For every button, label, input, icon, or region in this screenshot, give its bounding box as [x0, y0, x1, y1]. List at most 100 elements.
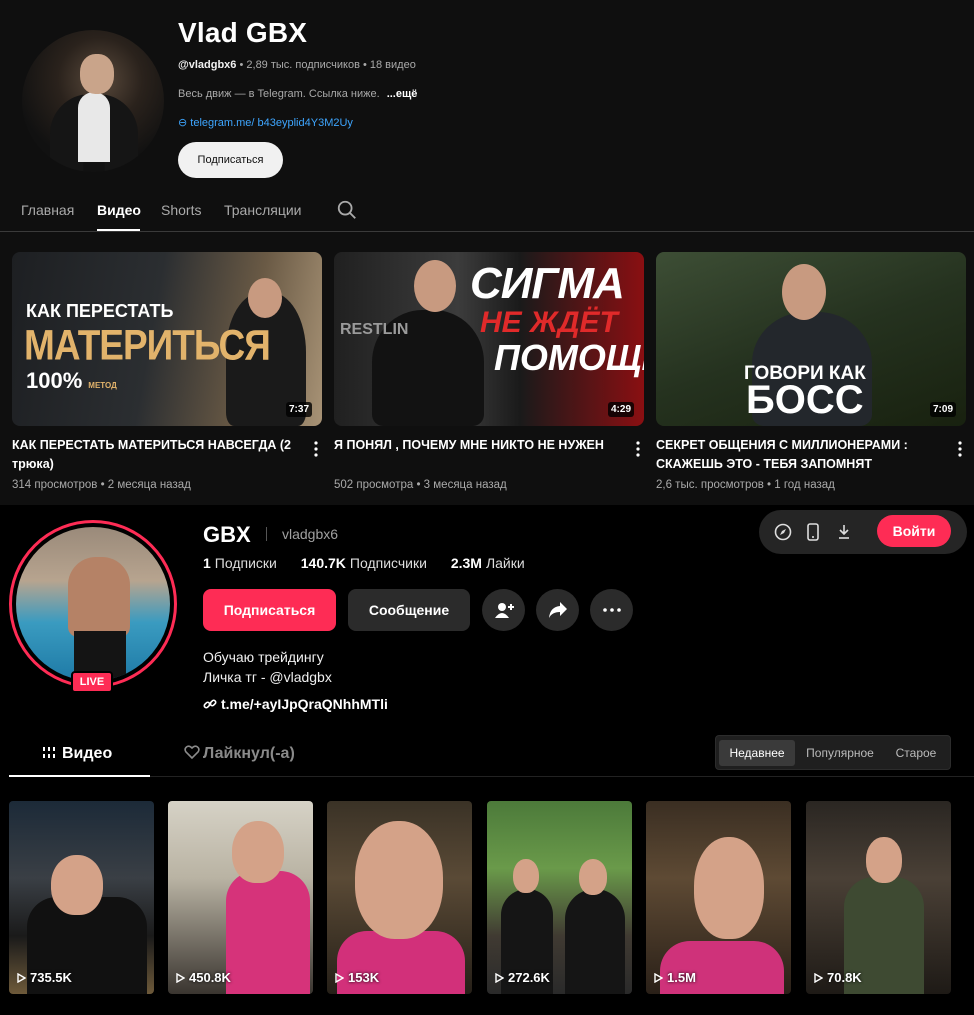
tiktok-stats: 1 Подписки 140.7K Подписчики 2.3M Лайки	[203, 555, 545, 571]
tab-videos[interactable]: Видео	[97, 202, 141, 218]
bio-line: Обучаю трейдингу	[203, 649, 324, 665]
youtube-channel-meta: @vladgbx6 • 2,89 тыс. подписчиков • 18 в…	[178, 59, 416, 71]
video-title[interactable]: Я ПОНЯЛ , ПОЧЕМУ МНЕ НИКТО НЕ НУЖЕН	[334, 436, 624, 455]
video-duration: 4:29	[607, 402, 634, 417]
youtube-description-more-link[interactable]: ...ещё	[387, 88, 418, 100]
view-count: 70.8K	[814, 970, 862, 985]
youtube-subscribe-button[interactable]: Подписаться	[178, 142, 283, 178]
youtube-telegram-link-text: telegram.me/ b43eyplid4Y3M2Uy	[190, 117, 353, 129]
add-user-icon	[494, 603, 514, 618]
video-title[interactable]: СЕКРЕТ ОБЩЕНИЯ С МИЛЛИОНЕРАМИ : СКАЖЕШЬ …	[656, 436, 946, 474]
tiktok-video-tile[interactable]: 450.8K	[168, 801, 313, 994]
thumbnail-text: ПОМОЩИ	[494, 337, 644, 378]
play-icon	[17, 972, 27, 984]
video-thumbnail[interactable]: RESTLIN СИГМА НЕ ЖДЁТ ПОМОЩИ 4:29	[334, 252, 644, 426]
video-duration: 7:37	[285, 402, 312, 417]
divider	[266, 527, 267, 541]
youtube-channel-name: Vlad GBX	[178, 17, 308, 48]
youtube-telegram-link[interactable]: ⊖ telegram.me/ b43eyplid4Y3M2Uy	[178, 116, 353, 129]
video-meta: 2,6 тыс. просмотров • 1 год назад	[656, 479, 835, 491]
bio-line: Личка тг - @vladgbx	[203, 669, 332, 685]
tiktok-video-tile[interactable]: 735.5K	[9, 801, 154, 994]
view-count: 1.5M	[654, 970, 696, 985]
play-icon	[335, 972, 345, 984]
youtube-video-card[interactable]: КАК ПЕРЕСТАТЬ МАТЕРИТЬСЯ 100% МЕТОД 7:37 …	[12, 252, 322, 491]
login-button[interactable]: Войти	[877, 515, 951, 547]
video-meta: 502 просмотра • 3 месяца назад	[334, 479, 507, 491]
view-count: 450.8K	[176, 970, 231, 985]
tiktok-bio-link-text: t.me/+ayIJpQraQNhhMTli	[221, 696, 388, 712]
tiktok-profile-page: LIVE GBX vladgbx6 1 Подписки 140.7K Подпис…	[0, 507, 974, 1015]
sort-recent[interactable]: Недавнее	[719, 740, 795, 766]
youtube-video-card[interactable]: RESTLIN СИГМА НЕ ЖДЁТ ПОМОЩИ 4:29 Я ПОНЯ…	[334, 252, 644, 491]
tiktok-handle: vladgbx6	[282, 526, 339, 542]
active-tab-indicator	[9, 775, 150, 777]
play-icon	[814, 972, 824, 984]
tiktok-video-tile[interactable]: 70.8K	[806, 801, 951, 994]
download-icon[interactable]	[834, 522, 854, 542]
add-friend-button[interactable]	[482, 589, 525, 631]
message-button[interactable]: Сообщение	[348, 589, 470, 631]
view-count: 735.5K	[17, 970, 72, 985]
video-thumbnail[interactable]: ГОВОРИ КАК БОСС 7:09	[656, 252, 966, 426]
tab-videos[interactable]: Видео	[43, 745, 112, 763]
phone-icon[interactable]	[803, 522, 823, 542]
tiktok-avatar[interactable]	[16, 527, 170, 681]
video-meta: 314 просмотров • 2 месяца назад	[12, 479, 191, 491]
video-title[interactable]: КАК ПЕРЕСТАТЬ МАТЕРИТЬСЯ НАВСЕГДА (2 трю…	[12, 436, 302, 474]
active-tab-indicator	[97, 229, 140, 231]
youtube-channel-avatar[interactable]	[22, 30, 164, 172]
link-icon: ⊖	[178, 117, 191, 129]
live-badge[interactable]: LIVE	[71, 671, 113, 693]
thumbnail-text: БОСС	[746, 378, 864, 422]
tiktok-avatar-ring[interactable]	[9, 520, 177, 688]
video-thumbnail[interactable]: КАК ПЕРЕСТАТЬ МАТЕРИТЬСЯ 100% МЕТОД 7:37	[12, 252, 322, 426]
divider	[150, 776, 974, 777]
more-button[interactable]	[590, 589, 633, 631]
sort-toggle: Недавнее Популярное Старое	[715, 735, 951, 770]
play-icon	[654, 972, 664, 984]
view-count: 272.6K	[495, 970, 550, 985]
follow-button[interactable]: Подписаться	[203, 589, 336, 631]
tiktok-profile-name: GBX	[203, 522, 251, 547]
sort-popular[interactable]: Популярное	[800, 740, 880, 766]
link-icon	[203, 699, 217, 709]
more-options-icon[interactable]	[632, 440, 644, 458]
share-button[interactable]	[536, 589, 579, 631]
stat-following[interactable]: 1 Подписки	[203, 555, 277, 571]
thumbnail-text: СИГМА	[470, 259, 625, 308]
thumbnail-text: 100% МЕТОД	[26, 368, 117, 393]
youtube-channel-page: Vlad GBX @vladgbx6 • 2,89 тыс. подписчик…	[0, 0, 974, 505]
tiktok-bio: Обучаю трейдингу Личка тг - @vladgbx	[203, 647, 332, 687]
stat-followers[interactable]: 140.7K Подписчики	[301, 555, 427, 571]
more-horizontal-icon	[602, 608, 621, 612]
thumbnail-text: КАК ПЕРЕСТАТЬ	[26, 301, 174, 321]
tab-liked[interactable]: Лайкнул(-а)	[184, 745, 295, 763]
share-icon	[548, 602, 567, 618]
view-count: 153K	[335, 970, 379, 985]
youtube-channel-handle: @vladgbx6	[178, 59, 237, 71]
more-options-icon[interactable]	[954, 440, 966, 458]
thumbnail-text: НЕ ЖДЁТ	[480, 306, 618, 339]
sort-oldest[interactable]: Старое	[884, 740, 948, 766]
tiktok-video-tile[interactable]: 272.6K	[487, 801, 632, 994]
tab-shorts[interactable]: Shorts	[161, 202, 201, 218]
tiktok-bio-link[interactable]: t.me/+ayIJpQraQNhhMTli	[203, 696, 388, 712]
tiktok-video-tile[interactable]: 153K	[327, 801, 472, 994]
youtube-channel-tabs: Главная Видео Shorts Трансляции	[0, 196, 974, 232]
thumbnail-text: МАТЕРИТЬСЯ	[24, 321, 271, 369]
more-options-icon[interactable]	[310, 440, 322, 458]
heart-icon	[184, 745, 200, 760]
youtube-channel-description: Весь движ — в Telegram. Ссылка ниже. ...…	[178, 88, 417, 100]
grid-icon	[43, 747, 55, 758]
youtube-video-card[interactable]: ГОВОРИ КАК БОСС 7:09 СЕКРЕТ ОБЩЕНИЯ С МИ…	[656, 252, 966, 491]
tab-home[interactable]: Главная	[21, 202, 74, 218]
compass-icon[interactable]	[773, 522, 793, 542]
stat-likes: 2.3M Лайки	[450, 555, 525, 571]
youtube-subscribers-count: • 2,89 тыс. подписчиков • 18 видео	[239, 59, 416, 71]
video-duration: 7:09	[929, 402, 956, 417]
tab-live[interactable]: Трансляции	[224, 202, 301, 218]
search-icon[interactable]	[336, 199, 358, 221]
tiktok-video-tile[interactable]: 1.5M	[646, 801, 791, 994]
youtube-description-text: Весь движ — в Telegram. Ссылка ниже.	[178, 88, 380, 100]
